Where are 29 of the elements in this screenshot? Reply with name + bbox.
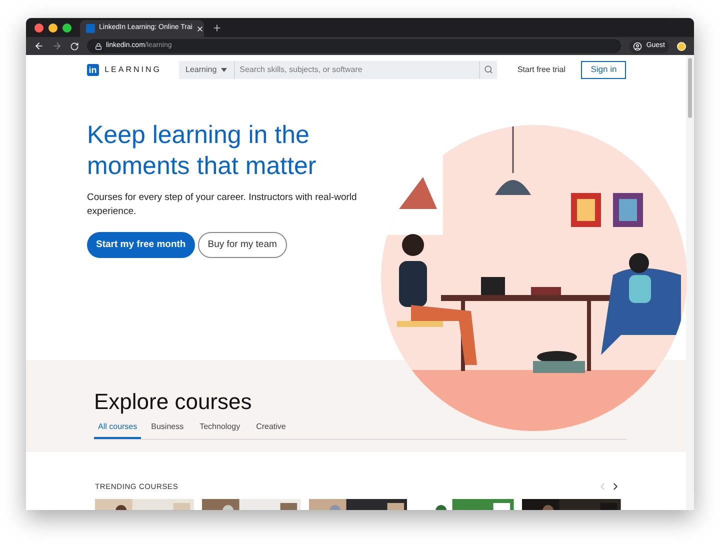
lock-icon [95, 42, 102, 50]
search-bar[interactable]: Learning Search skills, subjects, or software [178, 60, 498, 78]
back-icon[interactable] [34, 41, 44, 51]
buy-for-team-button[interactable]: Buy for my team [198, 232, 287, 258]
favicon-icon [86, 24, 95, 33]
logo-mark[interactable]: in [87, 64, 99, 76]
scrollbar-thumb[interactable] [688, 58, 692, 118]
search-field[interactable]: Search skills, subjects, or software [234, 64, 480, 76]
course-tab[interactable]: Creative [250, 421, 292, 439]
reload-icon[interactable] [70, 42, 79, 50]
start-free-month-button[interactable]: Start my free month [87, 232, 195, 258]
new-tab-icon[interactable] [212, 22, 222, 32]
course-tab[interactable]: All courses [94, 421, 142, 439]
forward-icon[interactable] [52, 41, 62, 51]
hero-title: moments that matter [87, 151, 318, 182]
extension-icon[interactable] [677, 42, 686, 50]
window-controls-icon[interactable] [34, 22, 72, 32]
hero-title: Keep learning in the [87, 120, 310, 151]
sign-in-button[interactable]: Sign in [581, 60, 626, 78]
caret-icon [220, 68, 227, 72]
scope-dropdown[interactable]: Learning [178, 60, 235, 78]
course-tab[interactable]: Business [145, 421, 190, 439]
profile-icon [633, 42, 642, 50]
start-trial-link[interactable]: Start free trial [517, 64, 566, 76]
logo-text: LEARNING [104, 64, 162, 76]
hero-description: Courses for every step of your career. Instructors with real-world experience. [87, 191, 357, 219]
course-tab[interactable]: Technology [194, 421, 246, 439]
explore-title: Explore courses [94, 389, 253, 415]
close-icon[interactable] [196, 24, 204, 32]
